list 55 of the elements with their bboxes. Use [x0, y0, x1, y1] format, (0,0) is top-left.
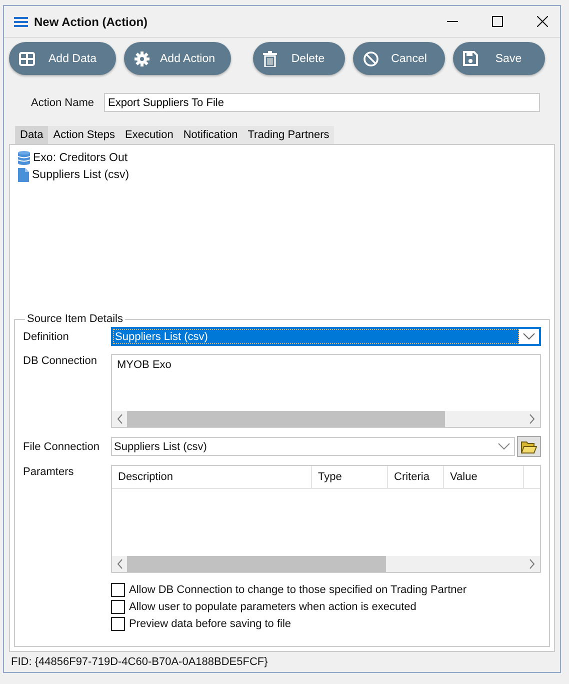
- horizontal-scrollbar[interactable]: [112, 556, 540, 572]
- action-name-field[interactable]: Export Suppliers To File: [104, 93, 540, 112]
- prohibited-icon: [363, 50, 379, 66]
- tree-item[interactable]: Exo: Creditors Out: [33, 152, 128, 164]
- checkbox-label[interactable]: Allow DB Connection to change to those specified on Trading Partner: [129, 584, 467, 596]
- column-header[interactable]: Type: [312, 466, 388, 488]
- checkbox[interactable]: [111, 617, 125, 631]
- chevron-left-icon[interactable]: [117, 559, 123, 569]
- definition-label: Definition: [23, 330, 70, 343]
- file-connection-label: File Connection: [23, 440, 100, 453]
- table-icon: [19, 52, 35, 66]
- definition-dropdown[interactable]: Suppliers List (csv): [111, 327, 541, 346]
- toolbar-button[interactable]: Add Action: [124, 42, 231, 75]
- toolbar-button[interactable]: Save: [453, 42, 545, 75]
- parameters-grid[interactable]: Description Type Criteria Value: [111, 465, 541, 573]
- file-connection-dropdown[interactable]: Suppliers List (csv): [111, 437, 515, 456]
- close-icon[interactable]: [537, 16, 548, 27]
- folder-icon: [521, 440, 537, 454]
- action-name-label: Action Name: [31, 96, 94, 108]
- parameters-label: Paramters: [23, 465, 75, 478]
- column-header[interactable]: Description: [112, 466, 312, 488]
- checkbox-label[interactable]: Preview data before saving to file: [129, 618, 292, 630]
- file-icon: [18, 168, 29, 182]
- checkbox-label[interactable]: Allow user to populate parameters when action is executed: [129, 601, 416, 613]
- tab[interactable]: Trading Partners: [242, 126, 334, 144]
- db-connection-list[interactable]: MYOB Exo: [111, 354, 541, 428]
- toolbar-button[interactable]: Add Data: [9, 42, 116, 75]
- gear-icon: [134, 50, 150, 66]
- checkbox[interactable]: [111, 600, 125, 614]
- group-title: Source Item Details: [26, 313, 124, 325]
- browse-button[interactable]: [517, 436, 541, 457]
- status-text: FID: {44856F97-719D-4C60-B70A-0A188BDE5FCF}: [10, 655, 269, 670]
- chevron-down-icon: [523, 333, 535, 340]
- chevron-right-icon[interactable]: [529, 559, 535, 569]
- toolbar-button[interactable]: Cancel: [353, 42, 445, 75]
- window-title: New Action (Action): [34, 14, 148, 28]
- tab[interactable]: Notification: [178, 126, 243, 144]
- checkbox[interactable]: [111, 583, 125, 597]
- column-header[interactable]: Criteria: [388, 466, 444, 488]
- database-icon: [18, 150, 30, 164]
- tab[interactable]: Data: [15, 126, 48, 144]
- chevron-down-icon: [498, 443, 510, 450]
- toolbar-button[interactable]: Delete: [253, 42, 345, 75]
- tree-item[interactable]: Suppliers List (csv): [32, 168, 130, 180]
- chevron-right-icon[interactable]: [529, 414, 535, 424]
- column-header[interactable]: Value: [444, 466, 524, 488]
- maximize-icon[interactable]: [492, 16, 503, 27]
- tab[interactable]: Execution: [120, 126, 178, 144]
- app-icon: [14, 16, 28, 26]
- horizontal-scrollbar[interactable]: [112, 411, 540, 427]
- db-connection-label: DB Connection: [23, 354, 98, 367]
- list-item[interactable]: MYOB Exo: [117, 359, 535, 371]
- tab[interactable]: Action Steps: [48, 126, 120, 144]
- chevron-left-icon[interactable]: [117, 414, 123, 424]
- trash-icon: [263, 50, 277, 66]
